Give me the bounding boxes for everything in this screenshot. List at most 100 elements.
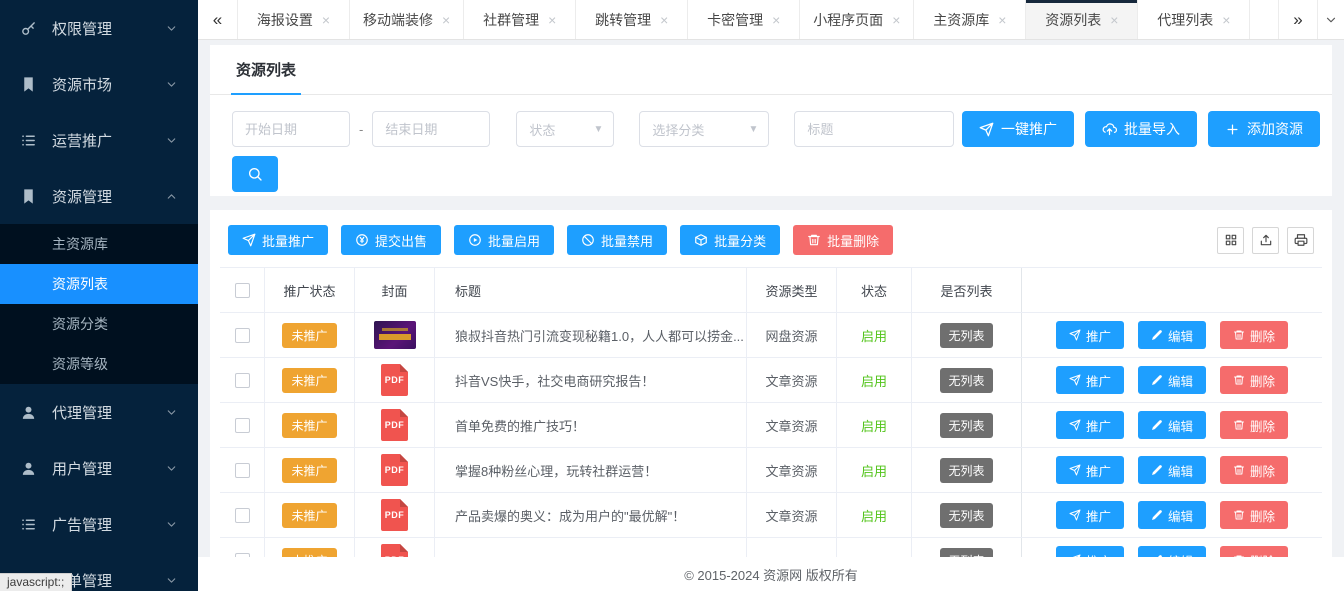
button-label: 推广 <box>1086 461 1111 480</box>
submit-sale-button[interactable]: 提交出售 <box>341 225 441 255</box>
close-icon[interactable]: × <box>548 13 556 27</box>
cube-icon <box>694 233 708 247</box>
edit-button[interactable]: 编辑 <box>1138 411 1206 439</box>
status-text: 启用 <box>861 371 887 390</box>
promote-button[interactable]: 推广 <box>1056 456 1124 484</box>
sidebar-subitem-3[interactable]: 资源等级 <box>0 344 198 384</box>
tab-7[interactable]: 资源列表 × <box>1026 0 1138 39</box>
category-select[interactable]: 选择分类 ▼ <box>639 111 769 147</box>
button-label: 删除 <box>1250 326 1275 345</box>
tab-menu-button[interactable] <box>1318 0 1344 39</box>
close-icon[interactable]: × <box>998 13 1006 27</box>
sidebar-item-4[interactable]: 代理管理 <box>0 384 198 440</box>
button-label: 批量禁用 <box>601 231 653 250</box>
delete-button[interactable]: 删除 <box>1220 546 1288 557</box>
resource-table: 推广状态 封面 标题 资源类型 状态 是否列表 未推广 狼叔抖音热门引流变现秘籍… <box>220 267 1322 557</box>
send-icon <box>1069 509 1081 521</box>
close-icon[interactable]: × <box>892 13 900 27</box>
one-click-promote-button[interactable]: 一键推广 <box>962 111 1074 147</box>
delete-button[interactable]: 删除 <box>1220 456 1288 484</box>
tab-3[interactable]: 跳转管理 × <box>576 0 688 39</box>
export-button[interactable] <box>1252 227 1279 254</box>
sidebar-item-6[interactable]: 广告管理 <box>0 496 198 552</box>
sidebar-item-0[interactable]: 权限管理 <box>0 0 198 56</box>
delete-button[interactable]: 删除 <box>1220 321 1288 349</box>
promote-button[interactable]: 推广 <box>1056 546 1124 557</box>
page-title-tab[interactable]: 资源列表 <box>231 59 301 95</box>
close-icon[interactable]: × <box>322 13 330 27</box>
link-status-tooltip: javascript:; <box>0 573 72 591</box>
delete-button[interactable]: 删除 <box>1220 501 1288 529</box>
tab-bar: « 海报设置 × 移动端装修 × 社群管理 × 跳转管理 × 卡密管理 × 小程… <box>198 0 1344 40</box>
button-label: 推广 <box>1086 416 1111 435</box>
sidebar-item-2[interactable]: 运营推广 <box>0 112 198 168</box>
sidebar-item-1[interactable]: 资源市场 <box>0 56 198 112</box>
print-button[interactable] <box>1287 227 1314 254</box>
edit-button[interactable]: 编辑 <box>1138 366 1206 394</box>
promote-button[interactable]: 推广 <box>1056 501 1124 529</box>
tab-4[interactable]: 卡密管理 × <box>688 0 800 39</box>
chevron-down-icon <box>165 22 178 35</box>
edit-button[interactable]: 编辑 <box>1138 546 1206 557</box>
delete-button[interactable]: 删除 <box>1220 366 1288 394</box>
tabs-scroll-right-button[interactable]: » <box>1278 0 1318 39</box>
batch-disable-button[interactable]: 批量禁用 <box>567 225 667 255</box>
edit-button[interactable]: 编辑 <box>1138 501 1206 529</box>
book-icon <box>20 188 37 205</box>
row-checkbox[interactable] <box>235 463 250 478</box>
promote-button[interactable]: 推广 <box>1056 366 1124 394</box>
close-icon[interactable]: × <box>660 13 668 27</box>
batch-classify-button[interactable]: 批量分类 <box>680 225 780 255</box>
batch-enable-button[interactable]: 批量启用 <box>454 225 554 255</box>
pdf-file-icon: PDF <box>381 409 408 441</box>
tab-label: 主资源库 <box>933 10 989 30</box>
cloud-upload-icon <box>1102 122 1117 137</box>
status-text: 启用 <box>861 326 887 345</box>
promote-button[interactable]: 推广 <box>1056 411 1124 439</box>
tab-8[interactable]: 代理列表 × <box>1138 0 1250 39</box>
select-all-checkbox[interactable] <box>235 283 250 298</box>
sidebar-subitem-1[interactable]: 资源列表 <box>0 264 198 304</box>
send-icon <box>979 122 994 137</box>
batch-promote-button[interactable]: 批量推广 <box>228 225 328 255</box>
sidebar-subitem-0[interactable]: 主资源库 <box>0 224 198 264</box>
promote-button[interactable]: 推广 <box>1056 321 1124 349</box>
row-checkbox[interactable] <box>235 373 250 388</box>
batch-import-button[interactable]: 批量导入 <box>1085 111 1197 147</box>
listed-badge: 无列表 <box>940 548 992 558</box>
end-date-input[interactable] <box>372 111 490 147</box>
close-icon[interactable]: × <box>772 13 780 27</box>
row-checkbox[interactable] <box>235 508 250 523</box>
tab-5[interactable]: 小程序页面 × <box>800 0 914 39</box>
close-icon[interactable]: × <box>1222 13 1230 27</box>
start-date-input[interactable] <box>232 111 350 147</box>
sidebar-item-5[interactable]: 用户管理 <box>0 440 198 496</box>
delete-button[interactable]: 删除 <box>1220 411 1288 439</box>
edit-button[interactable]: 编辑 <box>1138 456 1206 484</box>
grid-view-button[interactable] <box>1217 227 1244 254</box>
tab-0[interactable]: 海报设置 × <box>238 0 350 39</box>
sidebar-submenu: 主资源库资源列表资源分类资源等级 <box>0 224 198 384</box>
promo-status-badge: 未推广 <box>282 548 336 558</box>
batch-delete-button[interactable]: 批量删除 <box>793 225 893 255</box>
title-search-input[interactable] <box>794 111 954 147</box>
tab-1[interactable]: 移动端装修 × <box>350 0 464 39</box>
row-actions: 推广 编辑 删除 <box>1022 403 1322 447</box>
close-icon[interactable]: × <box>1110 13 1118 27</box>
tab-2[interactable]: 社群管理 × <box>464 0 576 39</box>
tab-6[interactable]: 主资源库 × <box>914 0 1026 39</box>
resource-type: 文章资源 <box>747 448 837 492</box>
add-resource-button[interactable]: 添加资源 <box>1208 111 1320 147</box>
status-select[interactable]: 状态 ▼ <box>516 111 614 147</box>
table-tool-buttons <box>1217 227 1314 254</box>
row-checkbox[interactable] <box>235 328 250 343</box>
tabs-scroll-left-button[interactable]: « <box>198 0 238 39</box>
row-actions: 推广 编辑 删除 <box>1022 493 1322 537</box>
row-checkbox[interactable] <box>235 418 250 433</box>
edit-button[interactable]: 编辑 <box>1138 321 1206 349</box>
button-label: 删除 <box>1250 416 1275 435</box>
close-icon[interactable]: × <box>442 13 450 27</box>
sidebar-item-3[interactable]: 资源管理 <box>0 168 198 224</box>
search-button[interactable] <box>232 156 278 192</box>
sidebar-subitem-2[interactable]: 资源分类 <box>0 304 198 344</box>
